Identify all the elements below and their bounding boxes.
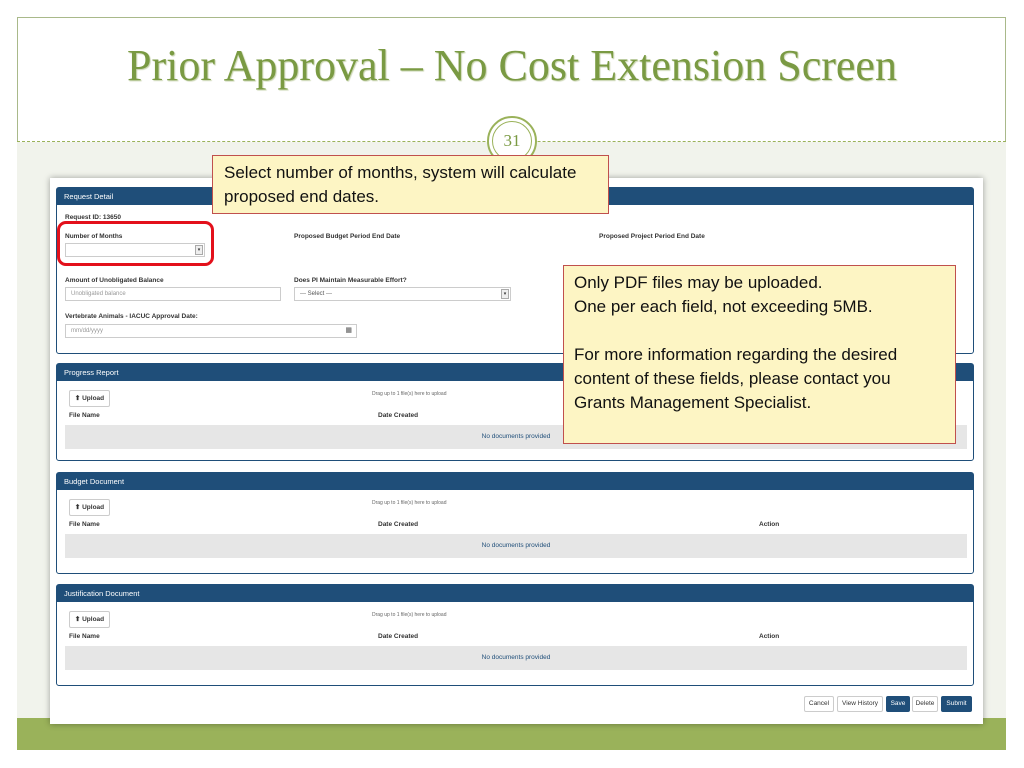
col-action: Action bbox=[759, 521, 780, 528]
col-file-name: File Name bbox=[69, 412, 100, 419]
cancel-button[interactable]: Cancel bbox=[804, 696, 834, 712]
upload-rule-line1: Only PDF files may be uploaded. bbox=[574, 273, 823, 292]
panel-header-justification-document: Justification Document bbox=[57, 585, 973, 602]
upload-rule-contact: For more information regarding the desir… bbox=[574, 345, 898, 412]
submit-button[interactable]: Submit bbox=[941, 696, 972, 712]
number-of-months-highlight bbox=[57, 221, 214, 266]
project-period-end-label: Proposed Project Period End Date bbox=[599, 233, 705, 240]
col-date-created: Date Created bbox=[378, 412, 419, 419]
budget-upload-button[interactable]: ⬆ Upload bbox=[69, 499, 110, 516]
justification-upload-button[interactable]: ⬆ Upload bbox=[69, 611, 110, 628]
calendar-icon[interactable]: ▦ bbox=[345, 325, 352, 337]
pi-effort-label: Does PI Maintain Measurable Effort? bbox=[294, 277, 407, 284]
view-history-button[interactable]: View History bbox=[837, 696, 883, 712]
budget-drag-hint: Drag up to 1 file(s) here to upload bbox=[372, 500, 447, 506]
budget-empty-row: No documents provided bbox=[65, 534, 967, 558]
upload-rules-callout: Only PDF files may be uploaded. One per … bbox=[563, 265, 956, 444]
months-callout-text: Select number of months, system will cal… bbox=[224, 163, 577, 206]
upload-label: Upload bbox=[82, 504, 105, 511]
pi-effort-value: --- Select --- bbox=[300, 291, 332, 297]
pi-effort-select[interactable]: --- Select --- ▾ bbox=[294, 287, 511, 301]
budget-document-panel: Budget Document ⬆ Upload Drag up to 1 fi… bbox=[56, 472, 974, 574]
upload-icon: ⬆ bbox=[74, 504, 81, 511]
unobligated-balance-input[interactable]: Unobligated balance bbox=[65, 287, 281, 301]
col-file-name: File Name bbox=[69, 521, 100, 528]
justification-drag-hint: Drag up to 1 file(s) here to upload bbox=[372, 612, 447, 618]
slide-title: Prior Approval – No Cost Extension Scree… bbox=[127, 41, 897, 90]
col-date-created: Date Created bbox=[378, 521, 419, 528]
progress-upload-button[interactable]: ⬆ Upload bbox=[69, 390, 110, 407]
iacuc-date-placeholder: mm/dd/yyyy bbox=[71, 328, 104, 334]
months-callout: Select number of months, system will cal… bbox=[212, 155, 609, 214]
upload-icon: ⬆ bbox=[74, 395, 81, 402]
chevron-down-icon: ▾ bbox=[501, 289, 509, 299]
progress-drag-hint: Drag up to 1 file(s) here to upload bbox=[372, 391, 447, 397]
panel-header-budget-document: Budget Document bbox=[57, 473, 973, 490]
col-file-name: File Name bbox=[69, 633, 100, 640]
justification-empty-row: No documents provided bbox=[65, 646, 967, 670]
delete-button[interactable]: Delete bbox=[912, 696, 938, 712]
unobligated-balance-label: Amount of Unobligated Balance bbox=[65, 277, 164, 284]
budget-period-end-label: Proposed Budget Period End Date bbox=[294, 233, 401, 240]
iacuc-date-label: Vertebrate Animals - IACUC Approval Date… bbox=[65, 313, 198, 320]
upload-label: Upload bbox=[82, 395, 105, 402]
upload-icon: ⬆ bbox=[74, 616, 81, 623]
request-id: Request ID: 13650 bbox=[65, 214, 121, 221]
save-button[interactable]: Save bbox=[886, 696, 910, 712]
col-action: Action bbox=[759, 633, 780, 640]
upload-rule-line2: One per each field, not exceeding 5MB. bbox=[574, 297, 873, 316]
iacuc-date-input[interactable]: mm/dd/yyyy ▦ bbox=[65, 324, 357, 338]
col-date-created: Date Created bbox=[378, 633, 419, 640]
upload-label: Upload bbox=[82, 616, 105, 623]
justification-document-panel: Justification Document ⬆ Upload Drag up … bbox=[56, 584, 974, 686]
